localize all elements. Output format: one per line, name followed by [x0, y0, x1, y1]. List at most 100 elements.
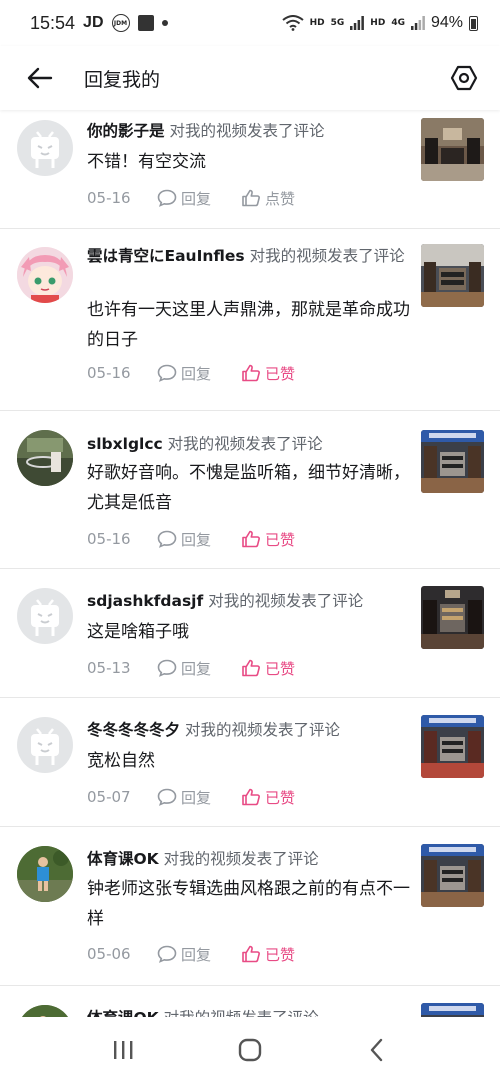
video-thumbnail[interactable] — [421, 844, 484, 907]
list-item[interactable]: 雲は青空にEauInfles 对我的视频发表了评论 也许有一天这里人声鼎沸，那就… — [0, 229, 500, 411]
settings-button[interactable] — [446, 60, 482, 96]
list-item[interactable]: 体育课OK 对我的视频发表了评论 — [0, 986, 500, 1017]
comment-bubble-icon — [157, 364, 177, 382]
chevron-left-icon — [370, 1038, 382, 1062]
comment-header: 雲は青空にEauInfles 对我的视频发表了评论 — [87, 243, 412, 269]
like-label: 点赞 — [265, 189, 296, 208]
reply-button[interactable]: 回复 — [157, 188, 241, 209]
comment-bubble-icon — [157, 945, 177, 963]
comment-bubble-icon — [157, 530, 177, 548]
jdm-icon: JDM — [111, 14, 130, 32]
like-button[interactable]: 点赞 — [241, 188, 295, 209]
comment-text[interactable]: 好歌好音响。不愧是监听箱，细节好清晰，尤其是低音 — [87, 458, 412, 518]
username[interactable]: sdjashkfdasjf — [87, 592, 203, 610]
comment-meta: 05-13 回复 已赞 — [87, 655, 295, 681]
video-thumbnail[interactable] — [421, 118, 484, 181]
recent-apps-icon — [114, 1041, 133, 1059]
comment-header: 体育课OK 对我的视频发表了评论 — [87, 846, 412, 872]
battery-percent: 94% — [430, 14, 463, 31]
action-text: 对我的视频发表了评论 — [184, 721, 340, 739]
header: 回复我的 — [0, 46, 500, 110]
username[interactable]: 你的影子是 — [87, 122, 165, 140]
list-item[interactable]: 体育课OK 对我的视频发表了评论 钟老师这张专辑选曲风格跟之前的有点不一样 05… — [0, 827, 500, 986]
comment-bubble-icon — [157, 788, 177, 806]
reply-label: 回复 — [181, 659, 212, 678]
recent-apps-button[interactable] — [103, 1030, 143, 1070]
comment-text[interactable]: 不错！有空交流 — [87, 147, 412, 177]
avatar[interactable] — [17, 1005, 73, 1017]
video-thumbnail[interactable] — [421, 430, 484, 493]
avatar[interactable] — [17, 247, 73, 303]
comment-text[interactable]: 也许有一天这里人声鼎沸，那就是革命成功的日子 — [87, 295, 412, 355]
username[interactable]: 雲は青空にEauInfles — [87, 247, 245, 265]
reply-button[interactable]: 回复 — [157, 658, 241, 679]
list-item[interactable]: 冬冬冬冬冬夕 对我的视频发表了评论 宽松自然 05-07 回复 已赞 — [0, 698, 500, 827]
like-button[interactable]: 已赞 — [241, 944, 295, 965]
default-avatar-icon — [31, 131, 59, 168]
video-thumbnail[interactable] — [421, 1003, 484, 1017]
wifi-icon — [282, 15, 304, 31]
thumbs-up-icon — [242, 659, 260, 677]
username[interactable]: 冬冬冬冬冬夕 — [87, 721, 180, 739]
like-button[interactable]: 已赞 — [241, 787, 295, 808]
avatar[interactable] — [17, 120, 73, 176]
home-button[interactable] — [230, 1030, 270, 1070]
like-label: 已赞 — [265, 659, 296, 678]
gear-icon — [450, 65, 478, 91]
comment-text[interactable]: 这是啥箱子哦 — [87, 617, 412, 647]
thumbs-up-icon — [242, 788, 260, 806]
avatar[interactable] — [17, 846, 73, 902]
comment-date: 05-16 — [87, 364, 131, 382]
photo-avatar-icon — [17, 1005, 73, 1017]
signal-icon-2 — [410, 16, 425, 30]
like-label: 已赞 — [265, 364, 296, 383]
username[interactable]: slbxlglcc — [87, 435, 163, 453]
network-5g-label: 5G — [330, 18, 345, 28]
username[interactable]: 体育课OK — [87, 1009, 159, 1017]
username[interactable]: 体育课OK — [87, 850, 159, 868]
comment-header: 冬冬冬冬冬夕 对我的视频发表了评论 — [87, 717, 412, 743]
comment-header: slbxlglcc 对我的视频发表了评论 — [87, 431, 412, 457]
list-item[interactable]: slbxlglcc 对我的视频发表了评论 好歌好音响。不愧是监听箱，细节好清晰，… — [0, 411, 500, 569]
reply-list[interactable]: 你的影子是 对我的视频发表了评论 不错！有空交流 05-16 回复 点赞 雲は青… — [0, 110, 500, 1017]
like-button[interactable]: 已赞 — [241, 363, 295, 384]
action-text: 对我的视频发表了评论 — [167, 435, 323, 453]
video-thumbnail[interactable] — [421, 244, 484, 307]
avatar[interactable] — [17, 430, 73, 486]
list-item[interactable]: sdjashkfdasjf 对我的视频发表了评论 这是啥箱子哦 05-13 回复… — [0, 569, 500, 698]
network-4g-label: 4G — [391, 18, 405, 28]
reply-label: 回复 — [181, 788, 212, 807]
avatar[interactable] — [17, 717, 73, 773]
default-avatar-icon — [31, 599, 59, 636]
more-notifications-icon — [161, 20, 168, 26]
hd-label: HD — [309, 18, 325, 28]
reply-button[interactable]: 回复 — [157, 944, 241, 965]
comment-bubble-icon — [157, 189, 177, 207]
action-text: 对我的视频发表了评论 — [208, 592, 364, 610]
back-button[interactable] — [20, 58, 60, 98]
back-nav-button[interactable] — [357, 1030, 397, 1070]
comment-text[interactable]: 宽松自然 — [87, 746, 412, 776]
comment-text[interactable]: 钟老师这张专辑选曲风格跟之前的有点不一样 — [87, 874, 412, 934]
speaker-room-thumbnail — [421, 844, 484, 907]
comment-meta: 05-07 回复 已赞 — [87, 784, 295, 810]
like-label: 已赞 — [265, 945, 296, 964]
signal-icon — [350, 16, 365, 30]
video-thumbnail[interactable] — [421, 586, 484, 649]
reply-label: 回复 — [181, 364, 212, 383]
reply-button[interactable]: 回复 — [157, 787, 241, 808]
speaker-room-thumbnail — [421, 244, 484, 307]
speaker-room-thumbnail — [421, 1003, 484, 1017]
reply-label: 回复 — [181, 530, 212, 549]
list-item[interactable]: 你的影子是 对我的视频发表了评论 不错！有空交流 05-16 回复 点赞 — [0, 110, 500, 229]
status-time: 15:54 — [30, 12, 76, 33]
reply-button[interactable]: 回复 — [157, 529, 241, 550]
page-title: 回复我的 — [84, 68, 161, 91]
reply-button[interactable]: 回复 — [157, 363, 241, 384]
action-text: 对我的视频发表了评论 — [163, 850, 319, 868]
avatar[interactable] — [17, 588, 73, 644]
comment-bubble-icon — [157, 659, 177, 677]
video-thumbnail[interactable] — [421, 715, 484, 778]
like-button[interactable]: 已赞 — [241, 658, 295, 679]
like-button[interactable]: 已赞 — [241, 529, 295, 550]
